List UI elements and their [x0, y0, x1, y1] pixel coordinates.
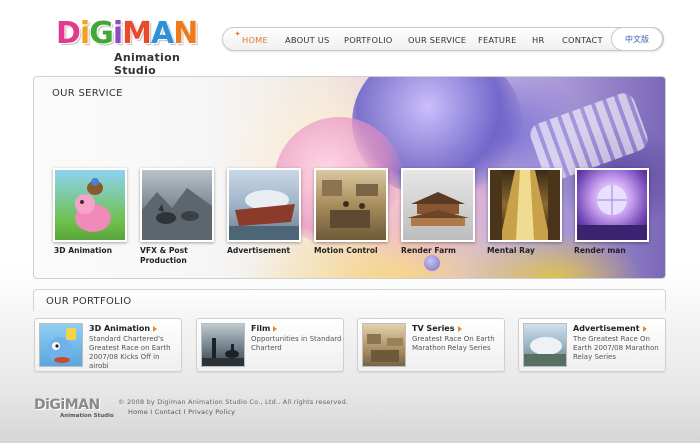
logo-letter: i	[112, 16, 123, 51]
service-thumb-vfx[interactable]	[140, 168, 214, 242]
logo-letter: G	[89, 16, 114, 51]
arrow-right-icon	[273, 325, 278, 332]
portfolio-card-desc: Standard Chartered's Greatest Race on Ea…	[89, 335, 171, 370]
logo-subtitle: Animation Studio	[114, 51, 181, 77]
service-label[interactable]: Motion Control	[314, 246, 394, 256]
service-thumb-render-man[interactable]	[575, 168, 649, 242]
logo-letter: A	[150, 16, 174, 51]
footer-separator: I	[183, 408, 186, 416]
service-label[interactable]: Render man	[574, 246, 654, 256]
cartoon-character-icon	[48, 328, 76, 363]
brand-logo[interactable]: DiGiMAN Animation Studio	[56, 16, 216, 78]
portfolio-thumb	[362, 323, 406, 367]
service-label[interactable]: Advertisement	[227, 246, 307, 256]
service-label[interactable]: VFX & Post Production	[140, 246, 200, 266]
ancient-city-icon	[367, 334, 403, 362]
corridor-icon	[490, 170, 560, 240]
arrow-right-icon	[153, 325, 158, 332]
portfolio-card-title: Film	[251, 324, 278, 333]
portfolio-thumb	[39, 323, 83, 367]
portfolio-card-desc: Opportunities in Standard Charterd	[251, 335, 342, 352]
footer-logo-wordmark: DiGiMAN	[34, 397, 100, 413]
stadium-icon	[524, 337, 566, 366]
logo-letter: i	[79, 16, 90, 51]
portfolio-section-title: OUR PORTFOLIO	[46, 296, 132, 307]
service-banner: OUR SERVICE 3D Animation VFX & Post Prod…	[33, 76, 666, 279]
service-thumb-mental-ray[interactable]	[488, 168, 562, 242]
footer-separator: I	[150, 408, 153, 416]
footer-links: Home I Contact I Privacy Policy	[128, 408, 235, 416]
arrow-right-icon	[642, 325, 647, 332]
decorative-orb	[424, 255, 440, 271]
footer-link-home[interactable]: Home	[128, 408, 148, 416]
cartoon-pig-icon	[75, 178, 111, 232]
portfolio-card-title: TV Series	[412, 324, 462, 333]
service-thumb-motion-control[interactable]	[314, 168, 388, 242]
portfolio-card-desc: Greatest Race On Earth Marathon Relay Se…	[412, 335, 495, 352]
nav-item-home[interactable]: HOME	[242, 35, 268, 45]
footer-logo-subtitle: Animation Studio	[60, 413, 114, 419]
copyright-text: © 2008 by Digiman Animation Studio Co., …	[118, 398, 349, 406]
nav-item-contact[interactable]: CONTACT	[562, 35, 603, 45]
nav-item-hr[interactable]: HR	[532, 35, 544, 45]
service-thumb-3d-animation[interactable]	[53, 168, 127, 242]
portfolio-card[interactable]: TV Series Greatest Race On Earth Maratho…	[357, 318, 505, 372]
nav-item-portfolio[interactable]: PORTFOLIO	[344, 35, 392, 45]
nav-item-our-service[interactable]: OUR SERVICE	[408, 35, 466, 45]
footer-link-privacy-policy[interactable]: Privacy Policy	[188, 408, 235, 416]
battle-scene-icon	[322, 180, 378, 228]
logo-letter: M	[122, 16, 152, 51]
portfolio-card-title: Advertisement	[573, 324, 647, 333]
service-thumb-advertisement[interactable]	[227, 168, 301, 242]
wolves-icon	[142, 188, 212, 240]
logo-letter: D	[56, 16, 81, 51]
language-switch-button[interactable]: 中文版	[611, 27, 663, 51]
nav-item-about-us[interactable]: ABOUT US	[285, 35, 329, 45]
disco-ball-icon	[577, 185, 647, 240]
footer-logo[interactable]: DiGiMAN Animation Studio	[34, 397, 114, 421]
portfolio-card[interactable]: Film Opportunities in Standard Charterd	[196, 318, 344, 372]
portfolio-card-desc: The Greatest Race On Earth 2007/08 Marat…	[573, 335, 659, 361]
service-label[interactable]: Mental Ray	[487, 246, 567, 256]
active-star-icon	[235, 31, 240, 36]
service-section-title: OUR SERVICE	[52, 88, 123, 99]
service-thumb-render-farm[interactable]	[401, 168, 475, 242]
palace-icon	[407, 192, 469, 226]
logo-wordmark: DiGiMAN	[56, 16, 198, 51]
portfolio-card-title: 3D Animation	[89, 324, 158, 333]
ship-icon	[229, 190, 299, 240]
arrow-right-icon	[457, 325, 462, 332]
portfolio-thumb	[523, 323, 567, 367]
main-nav: HOME ABOUT US PORTFOLIO OUR SERVICE FEAT…	[222, 27, 664, 51]
portfolio-card[interactable]: Advertisement The Greatest Race On Earth…	[518, 318, 666, 372]
footer-link-contact[interactable]: Contact	[155, 408, 182, 416]
logo-letter: N	[173, 16, 198, 51]
portfolio-header: OUR PORTFOLIO	[33, 289, 666, 311]
portfolio-card[interactable]: 3D Animation Standard Chartered's Greate…	[34, 318, 182, 372]
service-label[interactable]: Render Farm	[401, 246, 481, 256]
service-label[interactable]: 3D Animation	[54, 246, 134, 256]
horse-rider-icon	[202, 338, 244, 366]
portfolio-thumb	[201, 323, 245, 367]
nav-item-feature[interactable]: FEATURE	[478, 35, 517, 45]
